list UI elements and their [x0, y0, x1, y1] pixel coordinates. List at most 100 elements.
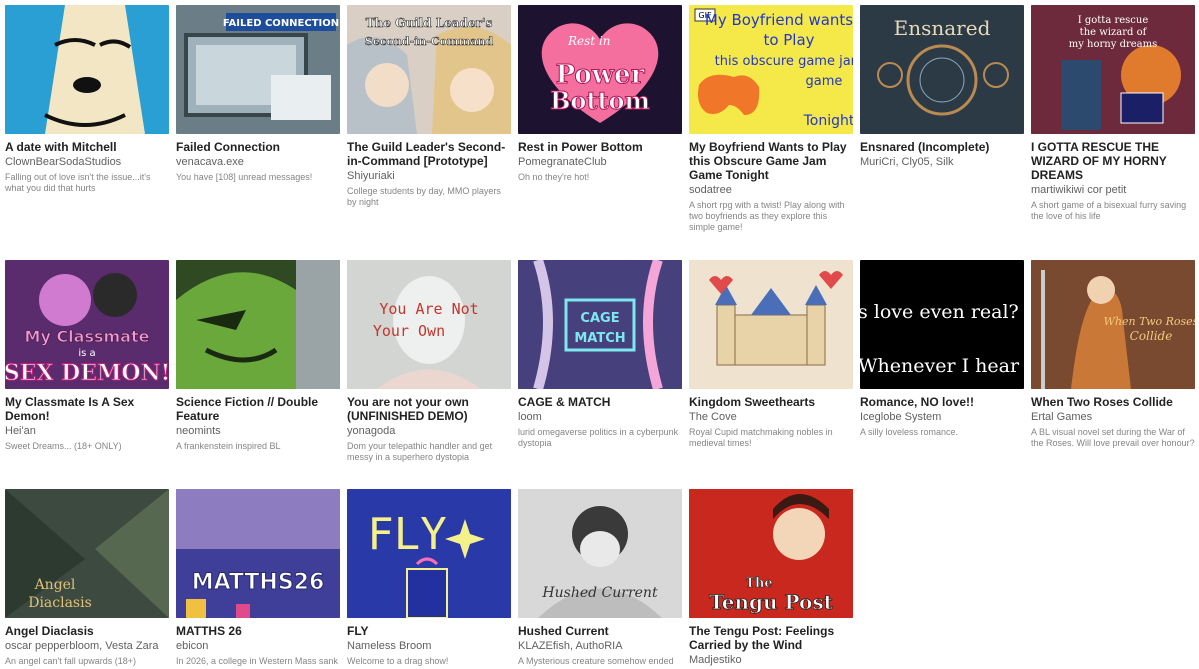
- game-title-link[interactable]: I GOTTA RESCUE THE WIZARD OF MY HORNY DR…: [1031, 140, 1196, 182]
- game-cell: FLY FLY Nameless Broom Welcome to a drag s…: [347, 489, 512, 667]
- svg-text:my horny dreams: my horny dreams: [1069, 39, 1158, 50]
- text-cover: s love even real? Whenever I hear a: [860, 260, 1024, 389]
- game-title-link[interactable]: Rest in Power Bottom: [518, 140, 683, 154]
- game-author-link[interactable]: venacava.exe: [176, 156, 341, 169]
- game-author-link[interactable]: MuriCri, Cly05, Silk: [860, 156, 1025, 169]
- game-author-link[interactable]: Iceglobe System: [860, 411, 1025, 424]
- svg-text:The: The: [745, 576, 772, 591]
- game-cell: I gotta rescue the wizard of my horny dr…: [1031, 5, 1196, 222]
- game-title-link[interactable]: Ensnared (Incomplete): [860, 140, 1025, 154]
- game-thumbnail[interactable]: CAGE MATCH: [518, 260, 682, 389]
- game-author-link[interactable]: ebicon: [176, 640, 341, 653]
- svg-text:When Two Roses: When Two Roses: [1104, 315, 1195, 328]
- game-thumbnail[interactable]: When Two Roses Collide: [1031, 260, 1195, 389]
- game-thumbnail[interactable]: The Guild Leader's Second-in-Command: [347, 5, 511, 134]
- game-cell: s love even real? Whenever I hear a Roman…: [860, 260, 1025, 438]
- svg-text:Tengu Post: Tengu Post: [709, 590, 833, 614]
- game-author-link[interactable]: Shiyuriaki: [347, 170, 512, 183]
- pixel-stars-cover: FLY: [347, 489, 511, 618]
- game-title-link[interactable]: The Tengu Post: Feelings Carried by the …: [689, 624, 854, 652]
- game-thumbnail[interactable]: [176, 260, 340, 389]
- svg-text:MATTHS26: MATTHS26: [192, 570, 325, 595]
- game-short-description: A short game of a bisexual furry saving …: [1031, 200, 1187, 221]
- game-short-description: You have [108] unread messages!: [176, 172, 313, 182]
- game-author-link[interactable]: Hei'an: [5, 425, 170, 438]
- game-short-description: College students by day, MMO players by …: [347, 186, 501, 207]
- svg-text:My Classmate: My Classmate: [25, 327, 150, 346]
- game-title-link[interactable]: The Guild Leader's Second-in-Command [Pr…: [347, 140, 512, 168]
- game-title-link[interactable]: Kingdom Sweethearts: [689, 395, 854, 409]
- game-thumbnail[interactable]: Rest in Power Bottom: [518, 5, 682, 134]
- game-cell: When Two Roses Collide When Two Roses Col…: [1031, 260, 1196, 449]
- game-thumbnail[interactable]: s love even real? Whenever I hear a: [860, 260, 1024, 389]
- game-thumbnail[interactable]: I gotta rescue the wizard of my horny dr…: [1031, 5, 1195, 134]
- game-cell: Hushed Current Hushed Current KLAZEfish, A…: [518, 489, 683, 667]
- green-monster-cover: [176, 260, 340, 389]
- game-title-link[interactable]: MATTHS 26: [176, 624, 341, 638]
- game-author-link[interactable]: Madjestiko: [689, 654, 854, 667]
- game-title-link[interactable]: My Classmate Is A Sex Demon!: [5, 395, 170, 423]
- game-cell: My Classmate is a SEX DEMON! My Classmate…: [5, 260, 170, 452]
- game-short-description: Sweet Dreams... (18+ ONLY): [5, 441, 122, 451]
- game-thumbnail[interactable]: Hushed Current: [518, 489, 682, 618]
- game-thumbnail[interactable]: Ensnared: [860, 5, 1024, 134]
- game-cell: Rest in Power Bottom Rest in Power Bottom…: [518, 5, 683, 183]
- game-title-link[interactable]: Science Fiction // Double Feature: [176, 395, 341, 423]
- demon-couple-cover: My Classmate is a SEX DEMON!: [5, 260, 169, 389]
- game-author-link[interactable]: PomegranateClub: [518, 156, 683, 169]
- svg-text:MATCH: MATCH: [574, 331, 625, 346]
- svg-text:Ensnared: Ensnared: [894, 16, 991, 40]
- svg-text:s love even real?: s love even real?: [860, 301, 1019, 323]
- game-title-link[interactable]: Angel Diaclasis: [5, 624, 170, 638]
- game-title-link[interactable]: My Boyfriend Wants to Play this Obscure …: [689, 140, 854, 182]
- game-title-link[interactable]: When Two Roses Collide: [1031, 395, 1196, 409]
- game-thumbnail[interactable]: Angel Diaclasis: [5, 489, 169, 618]
- game-author-link[interactable]: neomints: [176, 425, 341, 438]
- game-thumbnail[interactable]: The Tengu Post: [689, 489, 853, 618]
- svg-text:Tonight: Tonight: [803, 113, 853, 129]
- svg-text:to Play: to Play: [763, 31, 814, 49]
- game-thumbnail[interactable]: My Classmate is a SEX DEMON!: [5, 260, 169, 389]
- game-title-link[interactable]: A date with Mitchell: [5, 140, 170, 154]
- game-short-description: A BL visual novel set during the War of …: [1031, 427, 1195, 448]
- game-title-link[interactable]: CAGE & MATCH: [518, 395, 683, 409]
- tengu-cover: The Tengu Post: [689, 489, 853, 618]
- game-author-link[interactable]: KLAZEfish, AuthoRIA: [518, 640, 683, 653]
- anime-duo-cover: The Guild Leader's Second-in-Command: [347, 5, 511, 134]
- game-author-link[interactable]: Nameless Broom: [347, 640, 512, 653]
- game-short-description: Falling out of love isn't the issue...it…: [5, 172, 151, 193]
- game-thumbnail[interactable]: MATTHS26: [176, 489, 340, 618]
- wizard-cover: I gotta rescue the wizard of my horny dr…: [1031, 5, 1195, 134]
- svg-text:Rest in: Rest in: [567, 34, 611, 48]
- game-cell: CAGE MATCH CAGE & MATCH loom lurid omegaver…: [518, 260, 683, 449]
- svg-text:game: game: [806, 74, 843, 89]
- game-title-link[interactable]: Hushed Current: [518, 624, 683, 638]
- game-thumbnail[interactable]: [689, 260, 853, 389]
- game-title-link[interactable]: You are not your own (UNFINISHED DEMO): [347, 395, 512, 423]
- game-author-link[interactable]: yonagoda: [347, 425, 512, 438]
- game-cell: Science Fiction // Double Feature neomint…: [176, 260, 341, 452]
- game-thumbnail[interactable]: FLY: [347, 489, 511, 618]
- game-thumbnail[interactable]: [5, 5, 169, 134]
- svg-text:I gotta rescue: I gotta rescue: [1078, 15, 1149, 26]
- svg-text:You Are Not: You Are Not: [379, 300, 478, 318]
- game-author-link[interactable]: ClownBearSodaStudios: [5, 156, 170, 169]
- game-author-link[interactable]: oscar pepperbloom, Vesta Zara: [5, 640, 170, 653]
- game-author-link[interactable]: loom: [518, 411, 683, 424]
- game-title-link[interactable]: Failed Connection: [176, 140, 341, 154]
- svg-text:the wizard of: the wizard of: [1080, 27, 1148, 38]
- game-title-link[interactable]: FLY: [347, 624, 512, 638]
- game-cell: GIF My Boyfriend wants to Play this obsc…: [689, 5, 854, 233]
- game-thumbnail[interactable]: GIF My Boyfriend wants to Play this obsc…: [689, 5, 853, 134]
- computer-screen-cover: FAILED CONNECTION: [176, 5, 340, 134]
- angel-cover: Angel Diaclasis: [5, 489, 169, 618]
- game-thumbnail[interactable]: FAILED CONNECTION: [176, 5, 340, 134]
- game-title-link[interactable]: Romance, NO love!!: [860, 395, 1025, 409]
- cartoon-face-cover: [5, 5, 169, 134]
- game-author-link[interactable]: The Cove: [689, 411, 854, 424]
- game-thumbnail[interactable]: You Are Not Your Own: [347, 260, 511, 389]
- game-author-link[interactable]: Ertal Games: [1031, 411, 1196, 424]
- game-author-link[interactable]: martiwikiwi cor petit: [1031, 184, 1196, 197]
- glitch-cover: MATTHS26: [176, 489, 340, 618]
- game-author-link[interactable]: sodatree: [689, 184, 854, 197]
